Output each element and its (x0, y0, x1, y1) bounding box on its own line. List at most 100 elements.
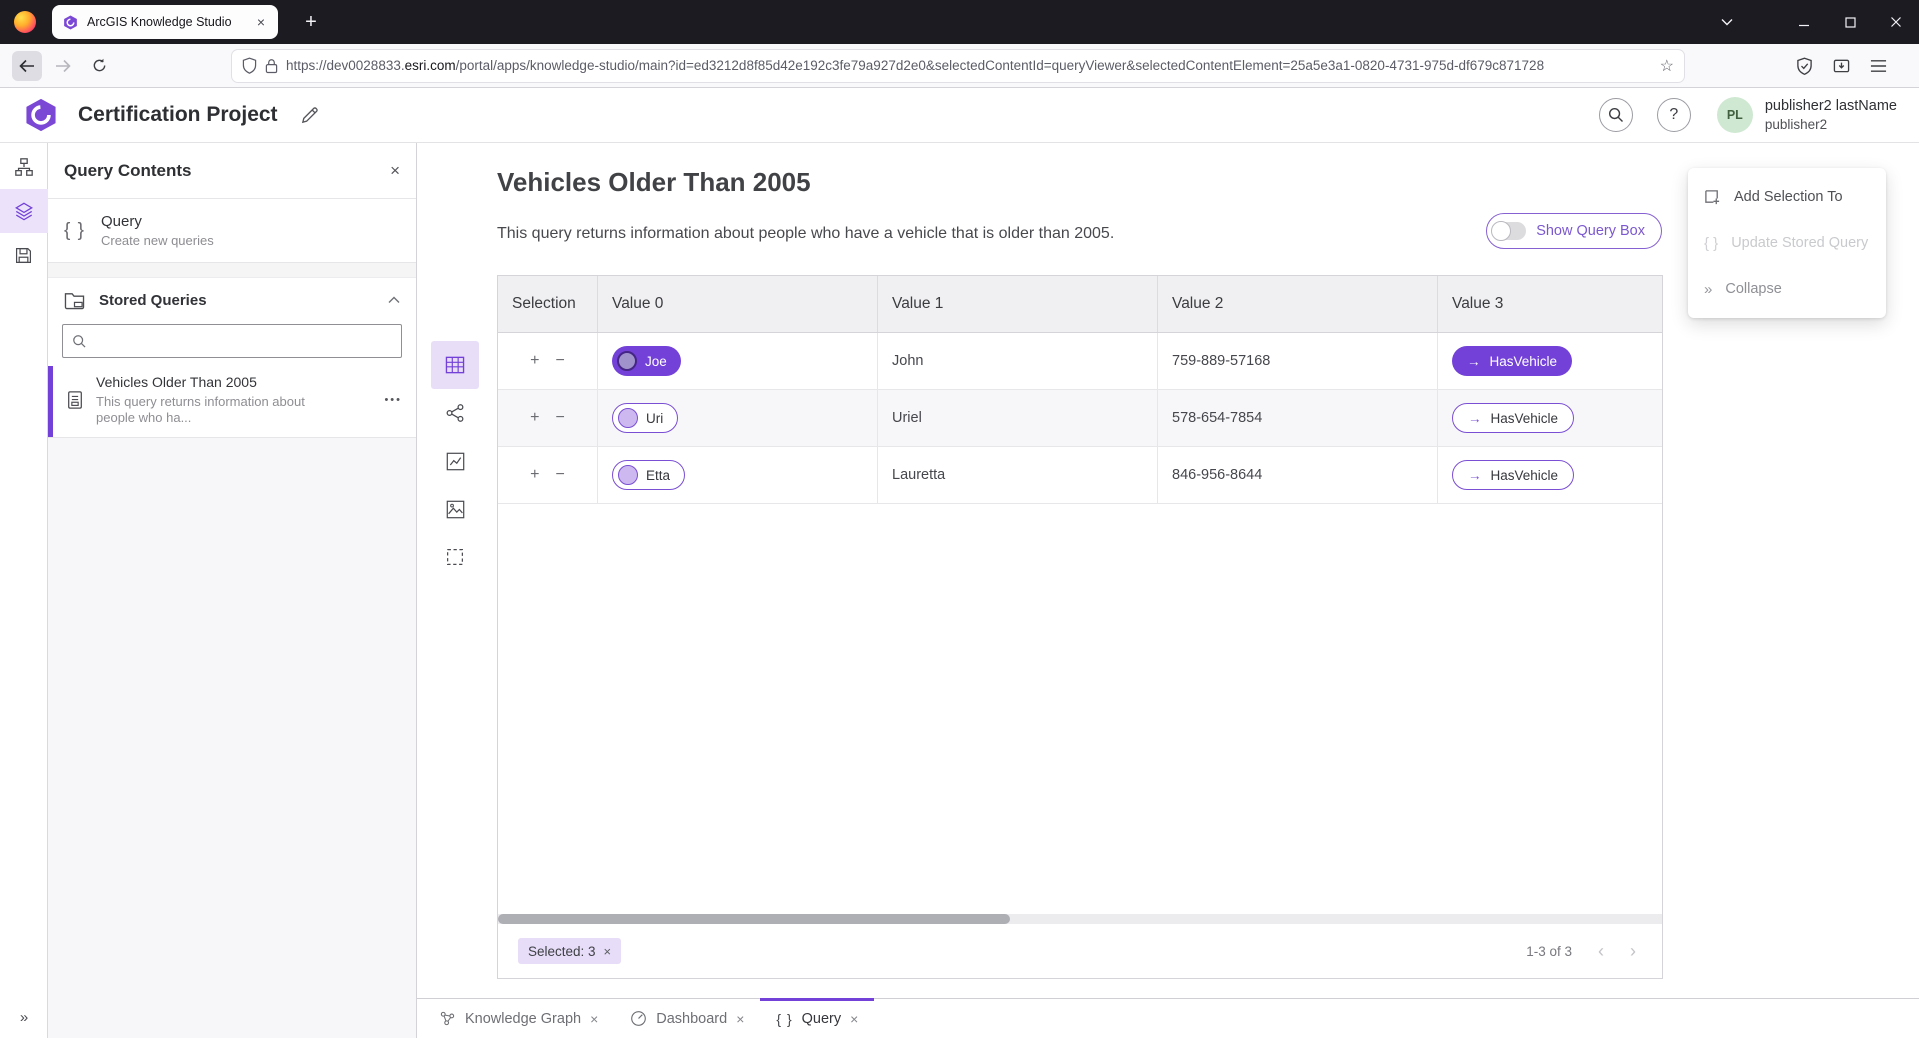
query-item-subtitle: Create new queries (101, 233, 214, 248)
protection-shield-icon[interactable] (1796, 57, 1813, 75)
entity-pill[interactable]: Joe (612, 346, 681, 376)
menu-item-add-selection-to[interactable]: Add Selection To (1688, 174, 1886, 220)
arcgis-logo-icon (62, 14, 79, 31)
chevron-up-icon[interactable] (388, 296, 400, 304)
column-header-value1: Value 1 (878, 276, 1158, 332)
toolbar-chart-button[interactable] (431, 437, 479, 485)
selection-cell: + − (498, 333, 598, 389)
stored-queries-header[interactable]: Stored Queries (48, 278, 416, 322)
rail-item-hierarchy[interactable] (0, 145, 48, 189)
search-icon (72, 334, 87, 349)
table-row[interactable]: + − Etta Lauretta 846-956-8644 →HasVehic… (498, 447, 1662, 504)
window-minimize-button[interactable] (1781, 0, 1827, 44)
user-block[interactable]: publisher2 lastName publisher2 (1765, 97, 1897, 133)
horizontal-scrollbar[interactable] (498, 914, 1662, 924)
tab-dashboard[interactable]: Dashboard × (614, 999, 760, 1038)
entity-pill[interactable]: Etta (612, 460, 685, 490)
clear-selection-icon[interactable]: × (604, 944, 612, 959)
tab-close-icon[interactable]: × (254, 14, 268, 30)
help-button[interactable]: ? (1657, 98, 1691, 132)
tab-knowledge-graph[interactable]: Knowledge Graph × (423, 999, 614, 1038)
layers-icon (14, 201, 34, 221)
table-row[interactable]: + − Uri Uriel 578-654-7854 →HasVehicle (498, 390, 1662, 447)
toolbar-table-view-button[interactable] (431, 341, 479, 389)
new-tab-button[interactable]: + (296, 11, 326, 34)
pagination-range: 1-3 of 3 (1526, 944, 1572, 959)
menu-item-update-stored-query[interactable]: { } Update Stored Query (1688, 220, 1886, 266)
show-query-box-toggle[interactable]: Show Query Box (1486, 213, 1662, 249)
remove-selection-button[interactable]: − (556, 466, 565, 484)
stored-query-item[interactable]: Vehicles Older Than 2005 This query retu… (48, 366, 416, 438)
query-create-item[interactable]: { } Query Create new queries (48, 199, 416, 263)
tab-query[interactable]: { } Query × (760, 999, 874, 1038)
selected-count-chip[interactable]: Selected: 3 × (518, 938, 621, 964)
search-button[interactable] (1599, 98, 1633, 132)
entity-pill[interactable]: Uri (612, 403, 678, 433)
relationship-pill[interactable]: →HasVehicle (1452, 403, 1574, 433)
tab-close-icon[interactable]: × (850, 1011, 858, 1027)
next-page-button[interactable]: › (1630, 941, 1636, 962)
rail-item-save[interactable] (0, 233, 48, 277)
hamburger-menu-icon[interactable] (1870, 59, 1887, 73)
toolbar-link-chart-button[interactable] (431, 389, 479, 437)
panel-divider-band (48, 263, 416, 278)
menu-item-label: Collapse (1725, 281, 1781, 297)
image-map-icon (446, 500, 465, 519)
value2-cell: 846-956-8644 (1158, 447, 1438, 503)
expand-panel-chevrons[interactable]: » (20, 1009, 27, 1026)
edit-pencil-icon[interactable] (300, 106, 319, 125)
relationship-pill[interactable]: →HasVehicle (1452, 346, 1572, 376)
add-selection-button[interactable]: + (530, 409, 539, 427)
value1-cell: John (878, 333, 1158, 389)
save-floppy-icon (14, 246, 33, 265)
column-header-value3: Value 3 (1438, 276, 1662, 332)
firefox-icon[interactable] (14, 11, 36, 33)
tracking-shield-icon[interactable] (242, 57, 257, 74)
stored-queries-title: Stored Queries (99, 292, 374, 309)
question-mark-icon: ? (1669, 106, 1678, 124)
relationship-pill[interactable]: →HasVehicle (1452, 460, 1574, 490)
lock-icon[interactable] (265, 58, 278, 74)
scrollbar-thumb[interactable] (498, 914, 1010, 924)
save-library-icon[interactable] (1833, 57, 1850, 74)
stored-queries-search-input[interactable] (62, 324, 402, 358)
toggle-knob (1491, 221, 1511, 241)
toolbar-map-button[interactable] (431, 485, 479, 533)
query-item-title: Query (101, 213, 214, 230)
value2-cell: 759-889-57168 (1158, 333, 1438, 389)
menu-item-collapse[interactable]: » Collapse (1688, 266, 1886, 312)
tab-close-icon[interactable]: × (590, 1011, 598, 1027)
remove-selection-button[interactable]: − (556, 409, 565, 427)
user-handle: publisher2 (1765, 116, 1897, 134)
window-close-button[interactable] (1873, 0, 1919, 44)
user-avatar[interactable]: PL (1717, 97, 1753, 133)
toolbar-selection-button[interactable] (431, 533, 479, 581)
list-tabs-chevron-icon[interactable] (1709, 0, 1745, 44)
add-selection-button[interactable]: + (530, 352, 539, 370)
item-options-ellipsis-icon[interactable]: ••• (384, 394, 402, 406)
dashed-square-icon (446, 548, 464, 566)
tab-label: Dashboard (656, 1011, 727, 1027)
rail-item-contents[interactable] (0, 189, 48, 233)
forward-button[interactable] (48, 51, 78, 81)
back-button[interactable] (12, 51, 42, 81)
window-maximize-button[interactable] (1827, 0, 1873, 44)
remove-selection-button[interactable]: − (556, 352, 565, 370)
relationship-cell: →HasVehicle (1438, 447, 1662, 503)
bookmark-star-icon[interactable]: ☆ (1660, 56, 1674, 76)
toggle-switch[interactable] (1492, 222, 1526, 240)
entity-dot-icon (618, 408, 638, 428)
previous-page-button[interactable]: ‹ (1598, 941, 1604, 962)
workspace: » Query Contents × { } Query Create new … (0, 143, 1919, 1038)
panel-title: Query Contents (64, 161, 390, 181)
add-selection-button[interactable]: + (530, 466, 539, 484)
panel-close-icon[interactable]: × (390, 161, 400, 181)
browser-tab[interactable]: ArcGIS Knowledge Studio × (52, 5, 278, 39)
selected-count-label: Selected: 3 (528, 944, 596, 959)
column-header-selection: Selection (498, 276, 598, 332)
tab-close-icon[interactable]: × (736, 1011, 744, 1027)
table-row[interactable]: + − Joe John 759-889-57168 →HasVehicle (498, 333, 1662, 390)
stored-query-doc-icon (66, 390, 84, 410)
refresh-button[interactable] (84, 51, 114, 81)
url-bar[interactable]: https://dev0028833.esri.com/portal/apps/… (232, 50, 1684, 82)
